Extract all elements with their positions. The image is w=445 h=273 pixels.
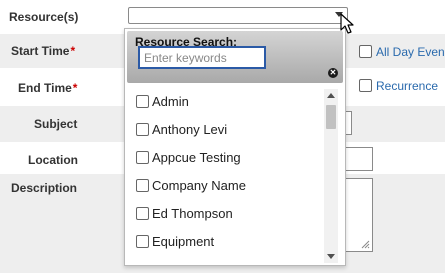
start-time-label: Start Time* — [11, 44, 76, 58]
scroll-up-button[interactable] — [324, 89, 338, 103]
resource-item-label: Admin — [152, 94, 189, 109]
resource-checkbox[interactable] — [136, 123, 149, 136]
resource-checkbox[interactable] — [136, 207, 149, 220]
end-time-label: End Time* — [18, 81, 78, 95]
resource-item-label: Equipment — [152, 234, 215, 249]
resource-list-scrollbar[interactable] — [324, 89, 338, 263]
resource-item-label: Appcue Testing — [152, 150, 241, 165]
resource-checkbox[interactable] — [136, 235, 149, 248]
resource-item-admin[interactable]: Admin — [133, 91, 323, 111]
subject-label: Subject — [34, 117, 78, 131]
resource-search-input[interactable] — [138, 46, 266, 69]
recurrence-label[interactable]: Recurrence — [376, 79, 438, 93]
location-label: Location — [28, 153, 78, 167]
chevron-up-icon — [327, 93, 335, 98]
resources-select[interactable] — [128, 7, 348, 24]
resource-item-anthony-levi[interactable]: Anthony Levi — [133, 119, 323, 139]
mouse-pointer-icon — [340, 13, 354, 34]
scroll-down-button[interactable] — [324, 249, 338, 263]
resource-item-equipment[interactable]: Equipment — [133, 231, 323, 251]
resource-item-ed-thompson[interactable]: Ed Thompson — [133, 203, 323, 223]
clear-search-icon[interactable]: ✕ — [328, 68, 338, 78]
resource-item-appcue-testing[interactable]: Appcue Testing — [133, 147, 323, 167]
all-day-event-checkbox[interactable] — [359, 45, 372, 58]
resource-search-dropdown: Resource Search: ✕ Admin Anthony Levi Ap… — [124, 28, 346, 266]
required-marker: * — [70, 44, 76, 58]
all-day-event-label[interactable]: All Day Even — [376, 45, 445, 59]
resource-item-company-name[interactable]: Company Name — [133, 175, 323, 195]
resource-search-header: Resource Search: ✕ — [127, 31, 343, 83]
description-label: Description — [11, 181, 78, 195]
resource-checkbox[interactable] — [136, 95, 149, 108]
resource-item-label: Company Name — [152, 178, 246, 193]
resource-item-label: Ed Thompson — [152, 206, 233, 221]
resource-checkbox[interactable] — [136, 151, 149, 164]
resource-checkbox[interactable] — [136, 179, 149, 192]
scrollbar-thumb[interactable] — [326, 105, 336, 129]
recurrence-checkbox[interactable] — [359, 79, 372, 92]
resize-grip-icon[interactable] — [361, 240, 370, 249]
required-marker: * — [72, 81, 78, 95]
resources-label: Resource(s) — [9, 10, 79, 24]
chevron-down-icon — [327, 254, 335, 259]
resource-item-label: Anthony Levi — [152, 122, 228, 137]
